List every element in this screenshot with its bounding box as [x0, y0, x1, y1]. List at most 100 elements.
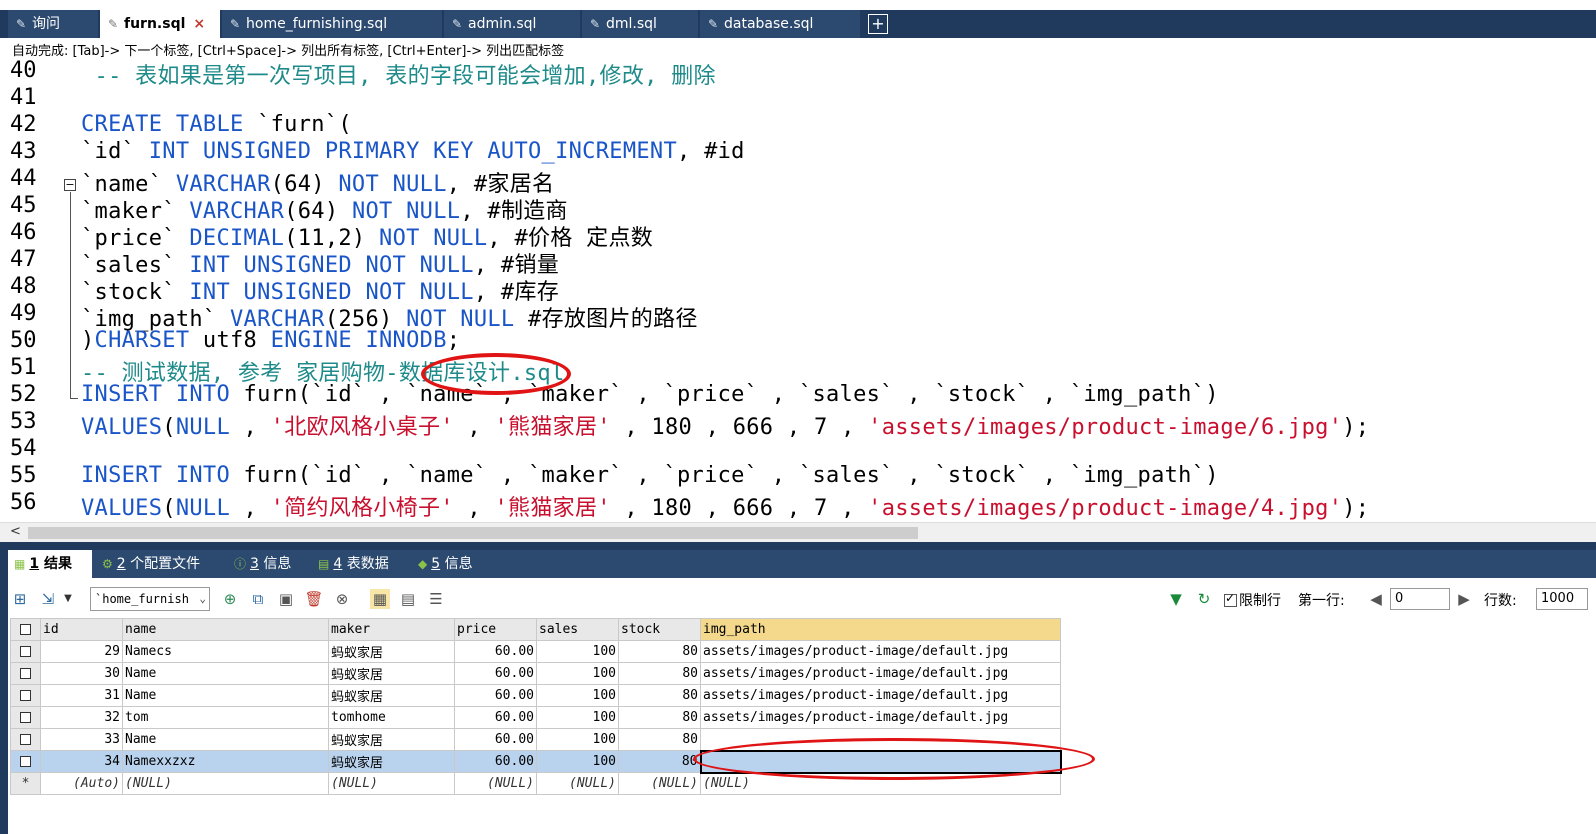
row-checkbox[interactable] [10, 706, 41, 729]
grid-cell-maker[interactable]: 蚂蚁家居 [328, 750, 455, 773]
grid-cell-id[interactable]: 32 [40, 706, 123, 729]
panel-divider[interactable] [0, 542, 1596, 550]
duplicate-row-icon[interactable]: ⧉ [248, 589, 268, 609]
column-header-sales[interactable]: sales [536, 618, 619, 641]
dropdown-arrow-icon[interactable]: ▼ [62, 589, 74, 609]
grid-cell-id[interactable]: 31 [40, 684, 123, 707]
grid-cell-sales[interactable]: 100 [536, 640, 619, 663]
tab-messages[interactable]: ⓘ 3 信息 [228, 550, 308, 578]
grid-cell-price[interactable]: 60.00 [454, 684, 537, 707]
grid-cell-img-path[interactable]: assets/images/product-image/default.jpg [700, 662, 1061, 685]
table-select[interactable]: `home_furnish ⌄ [90, 587, 210, 611]
scroll-left-icon[interactable]: < [10, 524, 21, 539]
table-row[interactable]: 32 tom tomhome 60.00 100 80 assets/images/prod… [10, 706, 1061, 729]
grid-cell-stock[interactable]: 80 [618, 750, 701, 773]
grid-cell-sales[interactable]: 100 [536, 728, 619, 751]
export-grid-icon[interactable]: ⊞ [10, 589, 30, 609]
grid-cell-maker[interactable]: 蚂蚁家居 [328, 640, 455, 663]
grid-cell-sales[interactable]: 100 [536, 684, 619, 707]
grid-cell-id[interactable]: 29 [40, 640, 123, 663]
grid-cell-price[interactable]: 60.00 [454, 662, 537, 685]
save-icon[interactable]: ▣ [276, 589, 296, 609]
column-header-maker[interactable]: maker [328, 618, 455, 641]
column-header-id[interactable]: id [40, 618, 123, 641]
grid-cell-price[interactable]: 60.00 [454, 706, 537, 729]
discard-icon[interactable]: ⊗ [332, 589, 352, 609]
tab-info[interactable]: ◆ 5 信息 [412, 550, 496, 578]
grid-cell-id[interactable]: 30 [40, 662, 123, 685]
row-checkbox[interactable] [10, 662, 41, 685]
grid-cell-img-path[interactable]: assets/images/product-image/default.jpg [700, 684, 1061, 707]
limit-rows-checkbox[interactable]: 限制行 [1224, 590, 1281, 610]
grid-cell-stock[interactable]: 80 [618, 684, 701, 707]
table-row[interactable]: 30 Name 蚂蚁家居 60.00 100 80 assets/images/produc… [10, 662, 1061, 685]
column-header-img-path[interactable]: img_path [700, 618, 1061, 641]
grid-cell-img-path[interactable]: assets/images/product-image/default.jpg [700, 706, 1061, 729]
import-icon[interactable]: ⇲ [38, 589, 58, 609]
column-header-stock[interactable]: stock [618, 618, 701, 641]
new-row-cell[interactable]: (NULL) [536, 772, 619, 795]
delete-icon[interactable]: 🗑 [304, 589, 324, 609]
text-view-icon[interactable]: ☰ [426, 589, 446, 609]
sql-editor[interactable]: 40 41 42 43 44 45 46 47 48 49 50 51 52 53 54 55 56 -- 表如… [0, 58, 1596, 522]
grid-cell-stock[interactable]: 80 [618, 706, 701, 729]
grid-cell-name[interactable]: Namecs [122, 640, 329, 663]
row-checkbox[interactable] [10, 750, 41, 773]
tab-furn-sql[interactable]: ✎ furn.sql × [100, 10, 220, 38]
grid-cell-name[interactable]: Name [122, 662, 329, 685]
column-header-name[interactable]: name [122, 618, 329, 641]
tab-dml-sql[interactable]: ✎ dml.sql [582, 10, 698, 38]
add-row-icon[interactable]: ⊕ [220, 589, 240, 609]
close-icon[interactable]: × [193, 16, 205, 32]
grid-cell-id[interactable]: 33 [40, 728, 123, 751]
column-header-price[interactable]: price [454, 618, 537, 641]
tab-table-data[interactable]: ▤ 4 表数据 [312, 550, 408, 578]
grid-cell-maker[interactable]: 蚂蚁家居 [328, 662, 455, 685]
filter-icon[interactable]: ▼ [1166, 589, 1186, 609]
table-row[interactable]: 29 Namecs 蚂蚁家居 60.00 100 80 assets/images/prod… [10, 640, 1061, 663]
grid-cell-sales[interactable]: 100 [536, 662, 619, 685]
scrollbar-thumb[interactable] [28, 527, 918, 539]
tab-results[interactable]: ▦ 1 结果 [8, 550, 92, 578]
grid-cell-stock[interactable]: 80 [618, 640, 701, 663]
grid-cell-sales[interactable]: 100 [536, 750, 619, 773]
rows-input[interactable]: 1000 [1536, 588, 1588, 610]
grid-cell-price[interactable]: 60.00 [454, 640, 537, 663]
grid-cell-stock[interactable]: 80 [618, 662, 701, 685]
grid-view-icon[interactable]: ▦ [370, 589, 390, 609]
tab-profiles[interactable]: ⚙ 2 个配置文件 [96, 550, 220, 578]
grid-cell-maker[interactable]: 蚂蚁家居 [328, 728, 455, 751]
editor-horizontal-scrollbar[interactable]: < [0, 522, 1596, 542]
form-view-icon[interactable]: ▤ [398, 589, 418, 609]
new-row-cell[interactable]: (NULL) [328, 772, 455, 795]
new-tab-button[interactable]: + [868, 14, 888, 34]
grid-cell-img-path[interactable]: assets/images/product-image/default.jpg [700, 640, 1061, 663]
grid-cell-name[interactable]: Namexxzxz [122, 750, 329, 773]
row-checkbox[interactable] [10, 728, 41, 751]
prev-page-icon[interactable]: ◀ [1366, 589, 1386, 609]
grid-cell-id[interactable]: 34 [40, 750, 123, 773]
next-page-icon[interactable]: ▶ [1454, 589, 1474, 609]
grid-cell-name[interactable]: Name [122, 684, 329, 707]
tab-database-sql[interactable]: ✎ database.sql [700, 10, 860, 38]
first-row-input[interactable]: 0 [1390, 588, 1450, 610]
grid-cell-price[interactable]: 60.00 [454, 750, 537, 773]
new-row-cell[interactable]: (Auto) [40, 772, 123, 795]
new-row-cell[interactable]: (NULL) [122, 772, 329, 795]
tab-query[interactable]: ✎ 询问 [8, 10, 98, 38]
row-checkbox[interactable] [10, 640, 41, 663]
grid-cell-stock[interactable]: 80 [618, 728, 701, 751]
grid-cell-price[interactable]: 60.00 [454, 728, 537, 751]
grid-cell-name[interactable]: tom [122, 706, 329, 729]
new-row-cell[interactable]: (NULL) [454, 772, 537, 795]
tab-home-furnishing-sql[interactable]: ✎ home_furnishing.sql [222, 10, 442, 38]
table-row[interactable]: 31 Name 蚂蚁家居 60.00 100 80 assets/images/produc… [10, 684, 1061, 707]
grid-cell-name[interactable]: Name [122, 728, 329, 751]
fold-toggle-icon[interactable]: − [64, 179, 76, 191]
select-all-checkbox[interactable] [10, 618, 41, 641]
refresh-icon[interactable]: ↻ [1194, 589, 1214, 609]
tab-admin-sql[interactable]: ✎ admin.sql [444, 10, 580, 38]
grid-cell-sales[interactable]: 100 [536, 706, 619, 729]
grid-cell-maker[interactable]: tomhome [328, 706, 455, 729]
grid-cell-maker[interactable]: 蚂蚁家居 [328, 684, 455, 707]
